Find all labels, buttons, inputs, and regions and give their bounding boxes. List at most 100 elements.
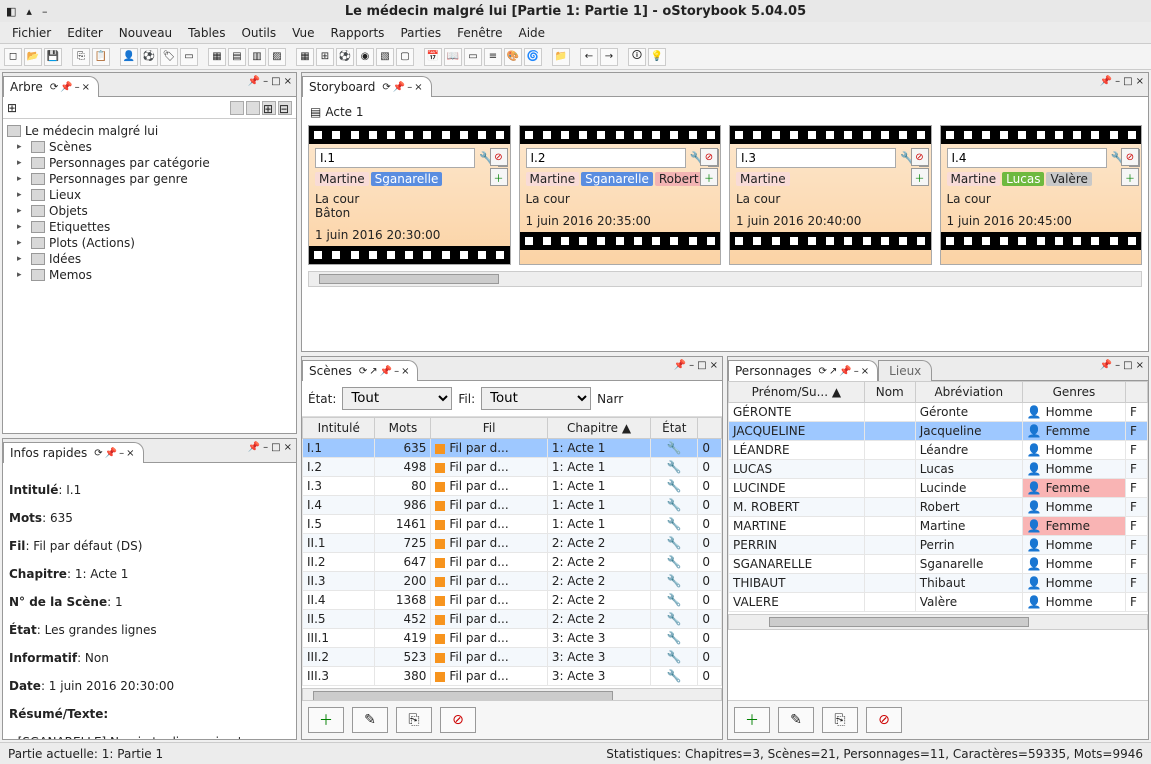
table-row[interactable]: PERRINPerrin👤 HommeF	[729, 536, 1148, 555]
tree-node[interactable]: ▸Idées	[7, 251, 292, 267]
table-row[interactable]: M. ROBERTRobert👤 HommeF	[729, 498, 1148, 517]
tb-view6-icon[interactable]: ▢	[396, 48, 414, 66]
tb-new-icon[interactable]: ◻	[4, 48, 22, 66]
copy-button[interactable]: ⎘	[822, 707, 858, 733]
menu-nouveau[interactable]: Nouveau	[113, 24, 178, 42]
tree-root[interactable]: Le médecin malgré lui	[7, 123, 292, 139]
table-row[interactable]: MARTINEMartine👤 FemmeF	[729, 517, 1148, 536]
storyboard-hscrollbar[interactable]	[308, 271, 1142, 287]
etat-select[interactable]: Tout	[342, 387, 452, 410]
menu-fichier[interactable]: Fichier	[6, 24, 57, 42]
refresh-icon[interactable]: ⟳	[50, 82, 58, 93]
delete-icon[interactable]: ⊘	[1121, 148, 1139, 166]
close-panel-icon[interactable]: ×	[414, 82, 422, 93]
scenes-col-header[interactable]: État	[651, 418, 698, 439]
tb-note-icon[interactable]: ▭	[464, 48, 482, 66]
panel-pin-icon[interactable]: 📌	[248, 76, 260, 87]
table-row[interactable]: LUCASLucas👤 HommeF	[729, 460, 1148, 479]
minimize-panel-icon[interactable]: –	[119, 448, 124, 459]
tab-arbre[interactable]: Arbre ⟳📌–×	[3, 76, 99, 97]
tb-cal-icon[interactable]: 📅	[424, 48, 442, 66]
delete-icon[interactable]: ⊘	[490, 148, 508, 166]
tree-node[interactable]: ▸Etiquettes	[7, 219, 292, 235]
tree-node[interactable]: ▸Lieux	[7, 187, 292, 203]
tree-node[interactable]: ▸Plots (Actions)	[7, 235, 292, 251]
add-icon[interactable]: ＋	[911, 168, 929, 186]
table-row[interactable]: THIBAUTThibaut👤 HommeF	[729, 574, 1148, 593]
tb-spiral-icon[interactable]: 🌀	[524, 48, 542, 66]
panel-max-icon[interactable]: □	[1123, 360, 1132, 371]
menu-fenetre[interactable]: Fenêtre	[451, 24, 508, 42]
menu-vue[interactable]: Vue	[286, 24, 320, 42]
scene-card[interactable]: 🔧✎MartineSganarelleLa courBâton1 juin 20…	[308, 125, 511, 265]
tb-object-icon[interactable]: ▭	[180, 48, 198, 66]
tb-save-icon[interactable]: 💾	[44, 48, 62, 66]
tb-tag-icon[interactable]: 🏷	[160, 48, 178, 66]
tb-grid1-icon[interactable]: ▦	[208, 48, 226, 66]
scene-title-input[interactable]	[526, 148, 686, 168]
table-row[interactable]: I.1635Fil par d...1: Acte 1🔧0	[303, 439, 722, 458]
tab-infos[interactable]: Infos rapides ⟳📌–×	[3, 442, 144, 463]
tab-lieux[interactable]: Lieux	[878, 360, 932, 381]
persons-table[interactable]: Prénom/Su... ▲NomAbréviationGenres GÉRON…	[728, 381, 1148, 612]
table-row[interactable]: II.1725Fil par d...2: Acte 2🔧0	[303, 534, 722, 553]
scenes-col-header[interactable]: Mots	[375, 418, 431, 439]
scenes-hscrollbar[interactable]	[302, 688, 722, 700]
scene-card[interactable]: 🔧✎MartineSganarelleRobertLa cour1 juin 2…	[519, 125, 722, 265]
panel-min-icon[interactable]: –	[1115, 360, 1120, 371]
close-panel-icon[interactable]: ×	[401, 366, 409, 377]
menu-editer[interactable]: Editer	[61, 24, 109, 42]
panel-max-icon[interactable]: □	[271, 442, 280, 453]
add-button[interactable]: ＋	[734, 707, 770, 733]
minimize-panel-icon[interactable]: –	[854, 366, 859, 377]
fil-select[interactable]: Tout	[481, 387, 591, 410]
persons-col-header[interactable]: Genres	[1022, 382, 1125, 403]
panel-close-icon[interactable]: ×	[284, 442, 292, 453]
pin-icon[interactable]: 📌	[105, 448, 117, 459]
close-panel-icon[interactable]: ×	[861, 366, 869, 377]
persons-col-header[interactable]: Nom	[864, 382, 915, 403]
tb-view5-icon[interactable]: ▧	[376, 48, 394, 66]
persons-hscrollbar[interactable]	[728, 614, 1148, 630]
table-row[interactable]: III.2523Fil par d...3: Acte 3🔧0	[303, 648, 722, 667]
delete-icon[interactable]: ⊘	[700, 148, 718, 166]
delete-icon[interactable]: ⊘	[911, 148, 929, 166]
tree-expand-icon[interactable]: ⊞	[262, 101, 276, 115]
tab-storyboard[interactable]: Storyboard ⟳📌–×	[302, 76, 432, 97]
tb-copy-icon[interactable]: ⎘	[72, 48, 90, 66]
table-row[interactable]: II.3200Fil par d...2: Acte 2🔧0	[303, 572, 722, 591]
scenes-col-header[interactable]: Fil	[431, 418, 547, 439]
refresh-icon[interactable]: ⟳	[359, 366, 367, 377]
add-icon[interactable]: ＋	[700, 168, 718, 186]
panel-pin-icon[interactable]: 📌	[674, 360, 686, 371]
delete-button[interactable]: ⊘	[866, 707, 902, 733]
scene-card[interactable]: 🔧✎MartineLucasValèreLa cour1 juin 2016 2…	[940, 125, 1143, 265]
tb-view1-icon[interactable]: ▦	[296, 48, 314, 66]
window-menu-icon[interactable]: ◧	[6, 5, 16, 18]
edit-button[interactable]: ✎	[352, 707, 388, 733]
close-panel-icon[interactable]: ×	[126, 448, 134, 459]
external-icon[interactable]: ↗	[829, 366, 837, 377]
table-row[interactable]: GÉRONTEGéronte👤 HommeF	[729, 403, 1148, 422]
tb-list-icon[interactable]: ≡	[484, 48, 502, 66]
table-row[interactable]: SGANARELLESganarelle👤 HommeF	[729, 555, 1148, 574]
tree-node[interactable]: ▸Scènes	[7, 139, 292, 155]
close-panel-icon[interactable]: ×	[82, 82, 90, 93]
table-row[interactable]: JACQUELINEJacqueline👤 FemmeF	[729, 422, 1148, 441]
panel-pin-icon[interactable]: 📌	[248, 442, 260, 453]
table-row[interactable]: III.1419Fil par d...3: Acte 3🔧0	[303, 629, 722, 648]
panel-min-icon[interactable]: –	[689, 360, 694, 371]
scenes-col-header[interactable]: Chapitre ▲	[547, 418, 650, 439]
panel-max-icon[interactable]: □	[271, 76, 280, 87]
window-minimize-icon[interactable]: –	[42, 5, 48, 18]
menu-parties[interactable]: Parties	[394, 24, 447, 42]
table-row[interactable]: LÉANDRELéandre👤 HommeF	[729, 441, 1148, 460]
refresh-icon[interactable]: ⟳	[819, 366, 827, 377]
menu-aide[interactable]: Aide	[512, 24, 551, 42]
window-shade-icon[interactable]: ▴	[26, 5, 32, 18]
tb-fwd-icon[interactable]: →	[600, 48, 618, 66]
tb-folder-icon[interactable]: 📁	[552, 48, 570, 66]
tree-view2-icon[interactable]	[246, 101, 260, 115]
pin-icon[interactable]: 📌	[839, 366, 851, 377]
tb-person-icon[interactable]: 👤	[120, 48, 138, 66]
